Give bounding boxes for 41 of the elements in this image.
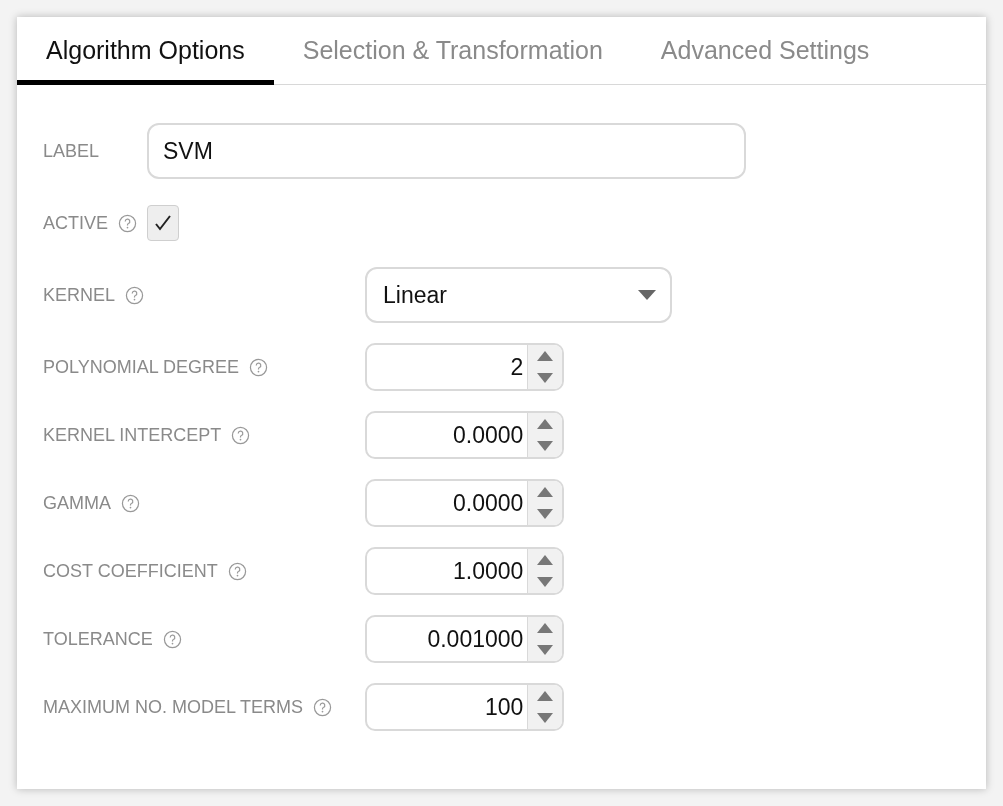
help-icon[interactable] [231, 425, 251, 445]
field-label: LABEL [43, 139, 100, 163]
decrement-icon[interactable] [537, 577, 554, 587]
field-label: COST COEFFICIENT [43, 559, 218, 583]
checkmark-icon [153, 213, 173, 233]
decrement-icon[interactable] [537, 373, 554, 383]
increment-icon[interactable] [537, 487, 554, 497]
number-spinner[interactable]: 1.0000 [365, 547, 564, 595]
decrement-icon[interactable] [537, 441, 554, 451]
field-label: KERNEL INTERCEPT [43, 423, 222, 447]
field-label: GAMMA [43, 491, 111, 515]
help-icon[interactable] [121, 493, 140, 513]
increment-icon[interactable] [537, 419, 554, 429]
number-spinner[interactable]: 0.001000 [365, 615, 564, 663]
help-icon[interactable] [249, 357, 269, 377]
active-checkbox[interactable] [147, 205, 179, 241]
kernel-dropdown[interactable]: Linear [365, 267, 672, 323]
increment-icon[interactable] [537, 555, 554, 565]
help-icon[interactable] [313, 697, 332, 717]
field-label: ACTIVE [43, 211, 108, 235]
help-icon[interactable] [227, 561, 247, 581]
number-spinner[interactable]: 2 [365, 343, 564, 391]
field-label: MAXIMUM NO. MODEL TERMS [43, 695, 303, 719]
number-spinner[interactable]: 100 [365, 683, 564, 731]
number-spinner[interactable]: 0.0000 [365, 411, 564, 459]
decrement-icon[interactable] [537, 509, 554, 519]
field-label: TOLERANCE [43, 627, 153, 651]
help-icon[interactable] [118, 213, 137, 233]
decrement-icon[interactable] [537, 645, 554, 655]
dropdown-arrow-icon [638, 290, 656, 300]
field-label: POLYNOMIAL DEGREE [43, 355, 240, 379]
increment-icon[interactable] [537, 623, 554, 633]
help-icon[interactable] [162, 629, 182, 649]
increment-icon[interactable] [537, 351, 554, 361]
tab[interactable]: Algorithm Options [17, 17, 274, 85]
number-spinner[interactable]: 0.0000 [365, 479, 564, 527]
field-label: KERNEL [43, 283, 116, 307]
help-icon[interactable] [125, 285, 145, 305]
decrement-icon[interactable] [537, 713, 554, 723]
label-input[interactable]: SVM [147, 123, 746, 179]
increment-icon[interactable] [537, 691, 554, 701]
